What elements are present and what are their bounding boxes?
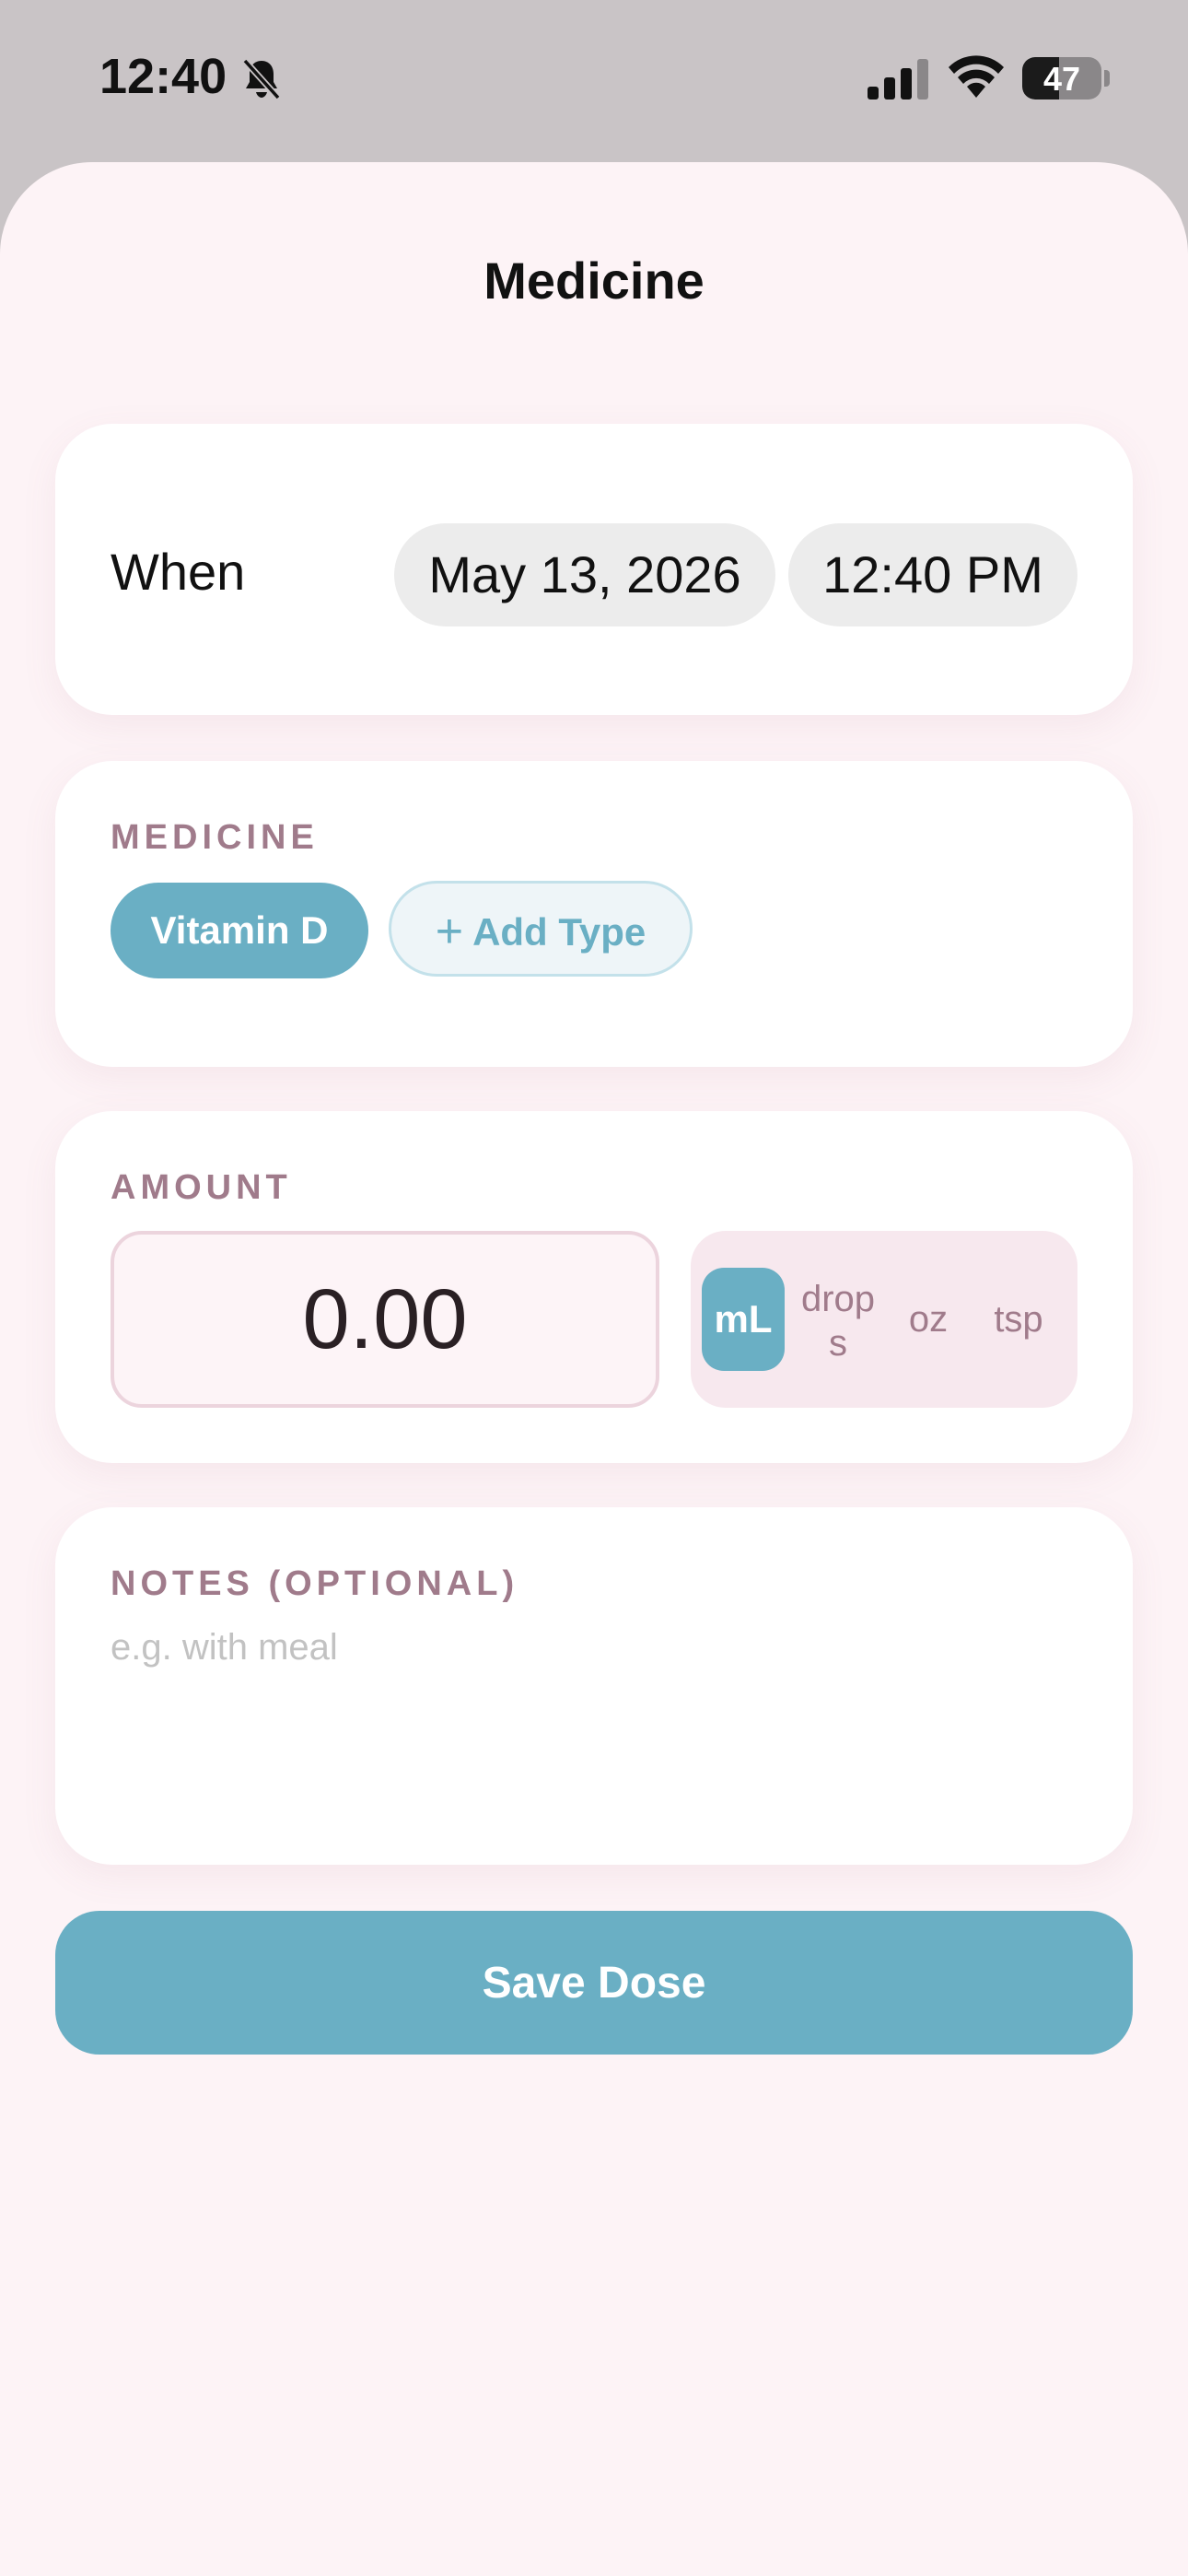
when-label: When: [111, 543, 246, 601]
amount-label: AMOUNT: [111, 1168, 292, 1207]
wifi-icon: [949, 55, 1004, 98]
bell-slash-icon: [242, 58, 281, 100]
medicine-card: MEDICINE Vitamin D + Add Type: [55, 761, 1133, 1067]
time-picker-button[interactable]: 12:40 PM: [788, 523, 1077, 626]
cellular-signal-icon: [868, 59, 928, 100]
medicine-chip-selected[interactable]: Vitamin D: [111, 883, 368, 978]
battery-tip: [1104, 70, 1110, 87]
notes-label: NOTES (OPTIONAL): [111, 1564, 519, 1603]
amount-card: AMOUNT mL drops oz tsp: [55, 1111, 1133, 1463]
battery-icon: 47: [1022, 57, 1101, 100]
unit-option-oz[interactable]: oz: [893, 1268, 963, 1371]
sheet-title: Medicine: [483, 252, 705, 310]
medicine-sheet: Medicine When May 13, 2026 12:40 PM MEDI…: [0, 162, 1188, 2576]
status-time: 12:40: [99, 49, 227, 104]
add-type-button[interactable]: + Add Type: [389, 881, 693, 977]
unit-option-ml[interactable]: mL: [702, 1268, 785, 1371]
notes-card: NOTES (OPTIONAL): [55, 1507, 1133, 1865]
save-dose-button[interactable]: Save Dose: [55, 1911, 1133, 2055]
plus-icon: +: [435, 905, 464, 958]
date-picker-button[interactable]: May 13, 2026: [394, 523, 775, 626]
unit-option-tsp[interactable]: tsp: [973, 1268, 1065, 1371]
battery-percent: 47: [1042, 60, 1081, 98]
when-card: When May 13, 2026 12:40 PM: [55, 424, 1133, 715]
medicine-label: MEDICINE: [111, 818, 319, 857]
status-bar: 12:40 47: [0, 0, 1188, 164]
add-type-label: Add Type: [472, 910, 646, 954]
notes-input[interactable]: [111, 1627, 1077, 1811]
amount-input[interactable]: [111, 1231, 659, 1408]
unit-selector: mL drops oz tsp: [691, 1231, 1077, 1408]
unit-option-drops[interactable]: drops: [796, 1268, 880, 1371]
